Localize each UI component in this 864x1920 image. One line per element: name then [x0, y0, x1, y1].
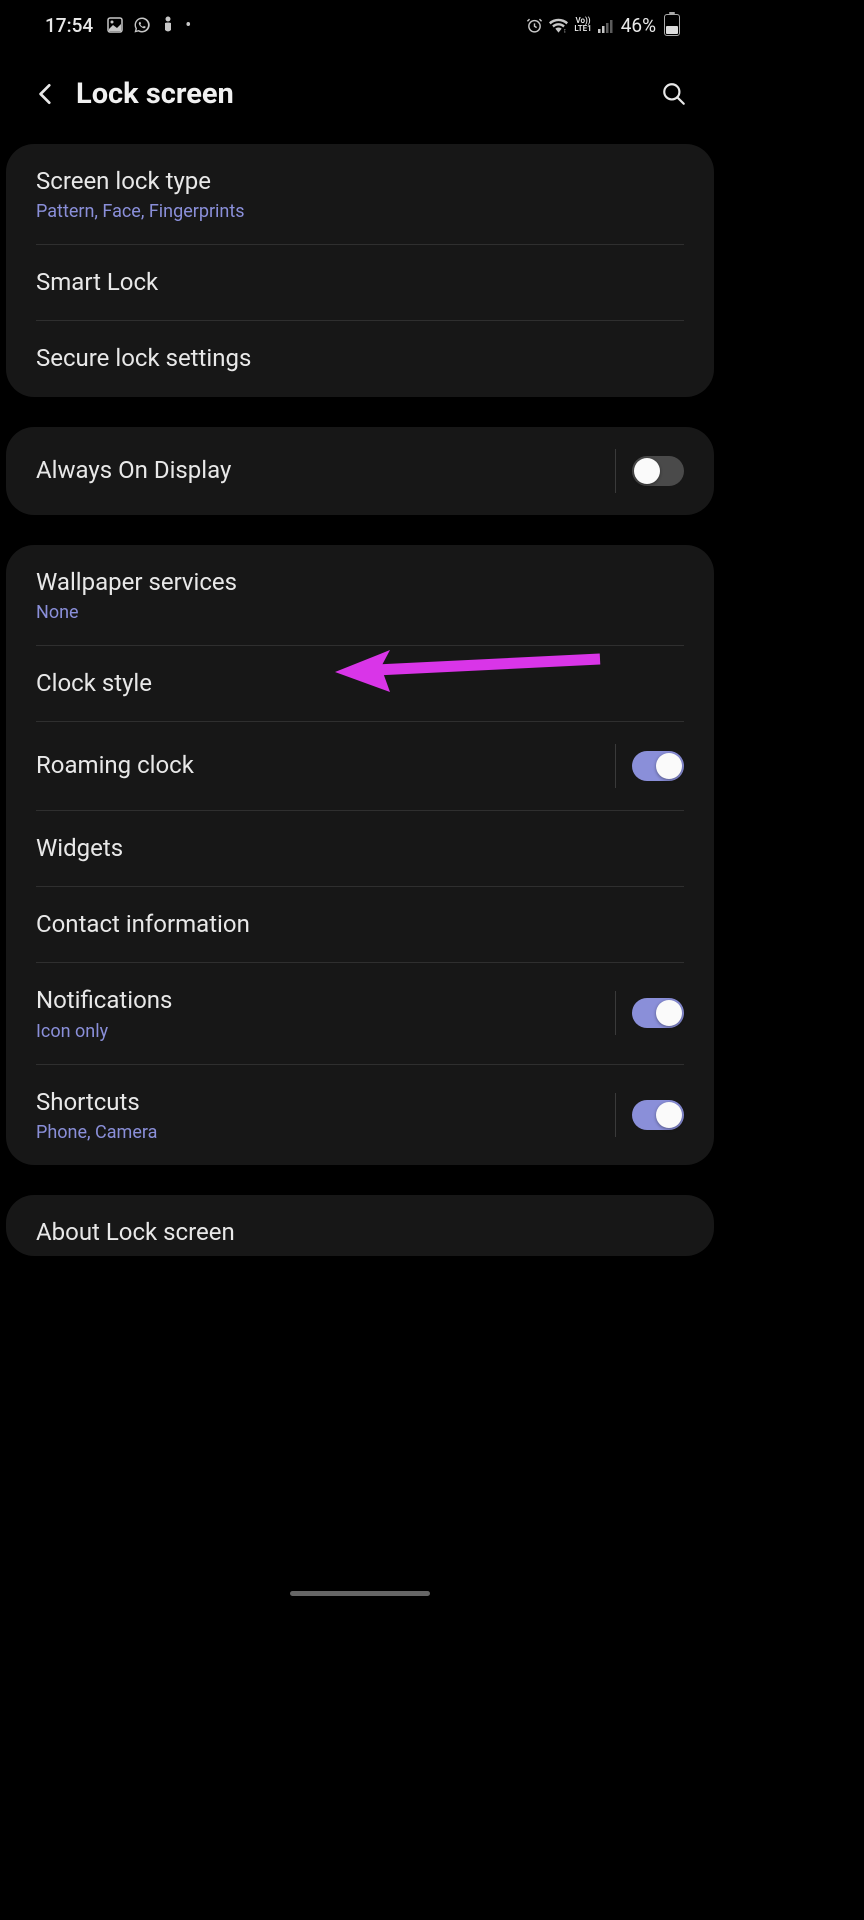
whatsapp-icon	[133, 16, 151, 34]
status-left: 17:54 •	[45, 14, 191, 37]
item-title: Roaming clock	[36, 750, 615, 781]
dot-icon: •	[185, 15, 191, 36]
shortcuts-toggle[interactable]	[632, 1100, 684, 1130]
screen-lock-type-item[interactable]: Screen lock type Pattern, Face, Fingerpr…	[6, 144, 714, 244]
svg-text:↕: ↕	[564, 26, 567, 32]
status-right: ↕ Vo)) LTE1 46%	[526, 14, 680, 37]
item-subtitle: None	[36, 602, 684, 623]
settings-card-3: Wallpaper services None Clock style Roam…	[6, 545, 714, 1165]
item-title: Smart Lock	[36, 267, 684, 298]
notifications-toggle[interactable]	[632, 998, 684, 1028]
settings-card-1: Screen lock type Pattern, Face, Fingerpr…	[6, 144, 714, 397]
roaming-clock-toggle[interactable]	[632, 751, 684, 781]
settings-card-2: Always On Display	[6, 427, 714, 515]
item-title: Shortcuts	[36, 1087, 615, 1118]
item-title: Clock style	[36, 668, 684, 699]
status-time: 17:54	[45, 14, 93, 37]
search-button[interactable]	[652, 72, 696, 116]
alarm-icon	[526, 17, 543, 34]
page-header: Lock screen	[0, 50, 720, 144]
clock-style-item[interactable]: Clock style	[6, 646, 714, 721]
widgets-item[interactable]: Widgets	[6, 811, 714, 886]
picture-icon	[107, 17, 123, 33]
roaming-clock-item[interactable]: Roaming clock	[6, 722, 714, 810]
secure-lock-settings-item[interactable]: Secure lock settings	[6, 321, 714, 396]
navigation-bar-indicator[interactable]	[290, 1591, 430, 1596]
contact-information-item[interactable]: Contact information	[6, 887, 714, 962]
page-title: Lock screen	[76, 77, 652, 111]
always-on-display-toggle[interactable]	[632, 456, 684, 486]
item-title: Notifications	[36, 985, 615, 1016]
wifi-icon: ↕	[549, 18, 568, 33]
battery-percent: 46%	[621, 14, 656, 37]
item-title: About Lock screen	[36, 1217, 684, 1248]
item-subtitle: Pattern, Face, Fingerprints	[36, 201, 684, 222]
volte-icon: Vo)) LTE1	[574, 17, 591, 33]
about-lock-screen-item[interactable]: About Lock screen	[6, 1195, 714, 1256]
notifications-item[interactable]: Notifications Icon only	[6, 963, 714, 1063]
battery-icon	[664, 14, 680, 36]
toggle-separator	[615, 449, 684, 493]
settings-card-4: About Lock screen	[6, 1195, 714, 1256]
back-button[interactable]	[24, 72, 68, 116]
toggle-separator	[615, 991, 684, 1035]
item-subtitle: Icon only	[36, 1021, 615, 1042]
toggle-separator	[615, 744, 684, 788]
toggle-separator	[615, 1093, 684, 1137]
wallpaper-services-item[interactable]: Wallpaper services None	[6, 545, 714, 645]
always-on-display-item[interactable]: Always On Display	[6, 427, 714, 515]
item-title: Screen lock type	[36, 166, 684, 197]
item-title: Secure lock settings	[36, 343, 684, 374]
shortcuts-item[interactable]: Shortcuts Phone, Camera	[6, 1065, 714, 1165]
item-title: Wallpaper services	[36, 567, 684, 598]
item-title: Widgets	[36, 833, 684, 864]
signal-icon	[598, 18, 615, 33]
item-title: Contact information	[36, 909, 684, 940]
app-icon	[161, 16, 175, 34]
status-bar: 17:54 • ↕ Vo)) LTE1 46%	[0, 0, 720, 50]
item-title: Always On Display	[36, 455, 615, 486]
item-subtitle: Phone, Camera	[36, 1122, 615, 1143]
smart-lock-item[interactable]: Smart Lock	[6, 245, 714, 320]
